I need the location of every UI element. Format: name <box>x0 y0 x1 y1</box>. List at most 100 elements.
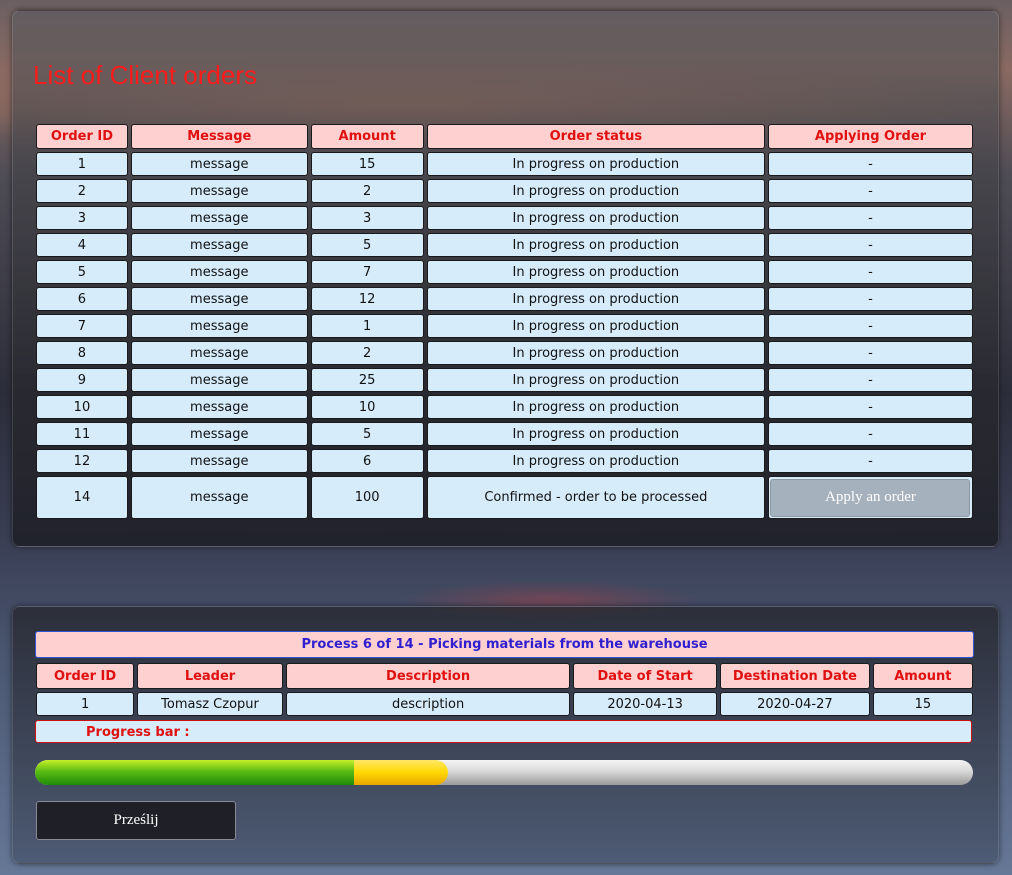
cell-order-id: 8 <box>36 341 128 365</box>
cell-message: message <box>130 476 308 519</box>
table-row: 1 Tomasz Czopur description 2020-04-13 2… <box>36 692 973 716</box>
cell-amount: 25 <box>310 368 424 392</box>
cell-applying-order: - <box>767 287 973 311</box>
cell-order-status: In progress on production <box>426 179 765 203</box>
table-row: 3 message 3 In progress on production - <box>36 206 973 230</box>
cell-message: message <box>130 368 308 392</box>
process-header: Process 6 of 14 - Picking materials from… <box>35 631 974 658</box>
progress-bar-label: Progress bar : <box>35 720 972 743</box>
cell-destination-date: 2020-04-27 <box>719 692 870 716</box>
cell-order-status: In progress on production <box>426 395 765 419</box>
header-description: Description <box>285 663 571 689</box>
cell-order-id: 5 <box>36 260 128 284</box>
cell-amount: 3 <box>310 206 424 230</box>
cell-order-status: Confirmed - order to be processed <box>426 476 765 519</box>
cell-order-status: In progress on production <box>426 260 765 284</box>
cell-amount: 100 <box>310 476 424 519</box>
cell-message: message <box>130 206 308 230</box>
cell-message: message <box>130 449 308 473</box>
cell-amount: 15 <box>310 152 424 176</box>
table-row: 2 message 2 In progress on production - <box>36 179 973 203</box>
header-applying-order: Applying Order <box>767 124 973 149</box>
cell-applying-order: Apply an order <box>767 476 973 519</box>
cell-order-status: In progress on production <box>426 314 765 338</box>
cell-order-id: 9 <box>36 368 128 392</box>
cell-order-id: 4 <box>36 233 128 257</box>
cell-message: message <box>130 341 308 365</box>
table-row: 11 message 5 In progress on production - <box>36 422 973 446</box>
header-date-of-start: Date of Start <box>573 663 717 689</box>
cell-order-id: 2 <box>36 179 128 203</box>
cell-date-of-start: 2020-04-13 <box>573 692 717 716</box>
table-row: 6 message 12 In progress on production - <box>36 287 973 311</box>
cell-message: message <box>130 287 308 311</box>
table-row: 1 message 15 In progress on production - <box>36 152 973 176</box>
table-row: 14 message 100 Confirmed - order to be p… <box>36 476 973 519</box>
progress-current-segment <box>354 760 448 785</box>
cell-order-id: 14 <box>36 476 128 519</box>
progress-bar <box>35 760 973 785</box>
cell-applying-order: - <box>767 422 973 446</box>
cell-applying-order: - <box>767 179 973 203</box>
cell-order-id: 10 <box>36 395 128 419</box>
page-title: List of Client orders <box>33 60 257 90</box>
cell-applying-order: - <box>767 206 973 230</box>
cell-order-id: 1 <box>36 692 135 716</box>
progress-bar-fill <box>35 760 448 785</box>
cell-order-id: 7 <box>36 314 128 338</box>
cell-order-status: In progress on production <box>426 449 765 473</box>
table-row: 12 message 6 In progress on production - <box>36 449 973 473</box>
process-header-row: Order ID Leader Description Date of Star… <box>36 663 973 689</box>
cell-amount: 10 <box>310 395 424 419</box>
header-order-id: Order ID <box>36 663 135 689</box>
cell-amount: 5 <box>310 233 424 257</box>
cell-amount: 2 <box>310 341 424 365</box>
cell-order-status: In progress on production <box>426 368 765 392</box>
table-row: 8 message 2 In progress on production - <box>36 341 973 365</box>
header-amount: Amount <box>310 124 424 149</box>
table-row: 9 message 25 In progress on production - <box>36 368 973 392</box>
submit-button[interactable]: Prześlij <box>36 801 236 840</box>
cell-order-status: In progress on production <box>426 422 765 446</box>
apply-order-button[interactable]: Apply an order <box>770 478 971 517</box>
cell-order-id: 11 <box>36 422 128 446</box>
cell-order-status: In progress on production <box>426 206 765 230</box>
cell-description: description <box>285 692 571 716</box>
table-row: 7 message 1 In progress on production - <box>36 314 973 338</box>
cell-message: message <box>130 179 308 203</box>
header-order-status: Order status <box>426 124 765 149</box>
cell-applying-order: - <box>767 368 973 392</box>
header-amount: Amount <box>872 663 973 689</box>
cell-leader: Tomasz Czopur <box>137 692 283 716</box>
cell-message: message <box>130 395 308 419</box>
cell-order-id: 1 <box>36 152 128 176</box>
cell-applying-order: - <box>767 395 973 419</box>
orders-table: Order ID Message Amount Order status App… <box>33 121 976 522</box>
header-destination-date: Destination Date <box>719 663 870 689</box>
cell-order-status: In progress on production <box>426 287 765 311</box>
cell-message: message <box>130 233 308 257</box>
table-row: 4 message 5 In progress on production - <box>36 233 973 257</box>
cell-order-id: 6 <box>36 287 128 311</box>
progress-completed-segment <box>35 760 354 785</box>
cell-message: message <box>130 260 308 284</box>
cell-order-status: In progress on production <box>426 233 765 257</box>
cell-amount: 1 <box>310 314 424 338</box>
process-table: Order ID Leader Description Date of Star… <box>33 660 976 719</box>
cell-message: message <box>130 152 308 176</box>
orders-body: 1 message 15 In progress on production -2 mes… <box>36 152 973 473</box>
cell-message: message <box>130 314 308 338</box>
table-row: 10 message 10 In progress on production - <box>36 395 973 419</box>
cell-order-id: 12 <box>36 449 128 473</box>
cell-applying-order: - <box>767 233 973 257</box>
cell-order-status: In progress on production <box>426 341 765 365</box>
cell-applying-order: - <box>767 314 973 338</box>
cell-applying-order: - <box>767 449 973 473</box>
cell-applying-order: - <box>767 152 973 176</box>
table-row: 5 message 7 In progress on production - <box>36 260 973 284</box>
cell-order-id: 3 <box>36 206 128 230</box>
cell-amount: 5 <box>310 422 424 446</box>
cell-applying-order: - <box>767 260 973 284</box>
header-message: Message <box>130 124 308 149</box>
cell-amount: 15 <box>872 692 973 716</box>
